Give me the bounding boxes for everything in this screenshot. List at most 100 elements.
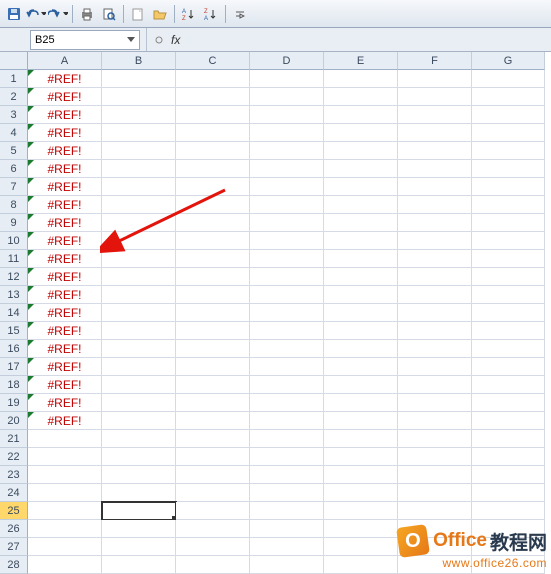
cell-G23[interactable]: [472, 466, 545, 484]
cell-B26[interactable]: [102, 520, 176, 538]
cell-G13[interactable]: [472, 286, 545, 304]
cell-G17[interactable]: [472, 358, 545, 376]
cell-B24[interactable]: [102, 484, 176, 502]
cell-A28[interactable]: [28, 556, 102, 574]
row-header-7[interactable]: 7: [0, 178, 28, 196]
cell-D23[interactable]: [250, 466, 324, 484]
cell-E24[interactable]: [324, 484, 398, 502]
cell-C1[interactable]: [176, 70, 250, 88]
cell-C11[interactable]: [176, 250, 250, 268]
name-box-dropdown-icon[interactable]: [127, 37, 135, 43]
cell-F7[interactable]: [398, 178, 472, 196]
row-header-10[interactable]: 10: [0, 232, 28, 250]
row-header-8[interactable]: 8: [0, 196, 28, 214]
cell-D21[interactable]: [250, 430, 324, 448]
cell-B1[interactable]: [102, 70, 176, 88]
formula-input[interactable]: [188, 31, 551, 49]
cell-A10[interactable]: #REF!: [28, 232, 102, 250]
row-header-16[interactable]: 16: [0, 340, 28, 358]
undo-button[interactable]: [26, 4, 46, 24]
cell-G8[interactable]: [472, 196, 545, 214]
col-header-E[interactable]: E: [324, 52, 398, 70]
row-header-1[interactable]: 1: [0, 70, 28, 88]
cell-A18[interactable]: #REF!: [28, 376, 102, 394]
cell-A12[interactable]: #REF!: [28, 268, 102, 286]
cell-C20[interactable]: [176, 412, 250, 430]
cell-B22[interactable]: [102, 448, 176, 466]
cell-B18[interactable]: [102, 376, 176, 394]
cell-C13[interactable]: [176, 286, 250, 304]
cell-E10[interactable]: [324, 232, 398, 250]
row-header-21[interactable]: 21: [0, 430, 28, 448]
cell-G12[interactable]: [472, 268, 545, 286]
cell-D10[interactable]: [250, 232, 324, 250]
redo-button[interactable]: [48, 4, 68, 24]
cell-A2[interactable]: #REF!: [28, 88, 102, 106]
row-header-23[interactable]: 23: [0, 466, 28, 484]
cell-A19[interactable]: #REF!: [28, 394, 102, 412]
cell-G25[interactable]: [472, 502, 545, 520]
cell-F21[interactable]: [398, 430, 472, 448]
cell-F20[interactable]: [398, 412, 472, 430]
print-button[interactable]: [77, 4, 97, 24]
name-box[interactable]: B25: [30, 30, 140, 50]
cell-A20[interactable]: #REF!: [28, 412, 102, 430]
cell-A11[interactable]: #REF!: [28, 250, 102, 268]
cell-A15[interactable]: #REF!: [28, 322, 102, 340]
col-header-F[interactable]: F: [398, 52, 472, 70]
cell-E9[interactable]: [324, 214, 398, 232]
cell-B11[interactable]: [102, 250, 176, 268]
cell-B19[interactable]: [102, 394, 176, 412]
cell-C3[interactable]: [176, 106, 250, 124]
cell-C18[interactable]: [176, 376, 250, 394]
cell-E2[interactable]: [324, 88, 398, 106]
cell-C21[interactable]: [176, 430, 250, 448]
cell-C15[interactable]: [176, 322, 250, 340]
col-header-A[interactable]: A: [28, 52, 102, 70]
cell-A24[interactable]: [28, 484, 102, 502]
cell-A25[interactable]: [28, 502, 102, 520]
row-header-2[interactable]: 2: [0, 88, 28, 106]
cell-F18[interactable]: [398, 376, 472, 394]
cell-D19[interactable]: [250, 394, 324, 412]
row-header-27[interactable]: 27: [0, 538, 28, 556]
fx-label[interactable]: fx: [171, 33, 180, 47]
cell-B8[interactable]: [102, 196, 176, 214]
cell-D14[interactable]: [250, 304, 324, 322]
cell-E20[interactable]: [324, 412, 398, 430]
cell-D22[interactable]: [250, 448, 324, 466]
cell-G16[interactable]: [472, 340, 545, 358]
row-header-26[interactable]: 26: [0, 520, 28, 538]
cell-F11[interactable]: [398, 250, 472, 268]
cell-B16[interactable]: [102, 340, 176, 358]
cell-F16[interactable]: [398, 340, 472, 358]
cell-D13[interactable]: [250, 286, 324, 304]
cell-F13[interactable]: [398, 286, 472, 304]
cell-C27[interactable]: [176, 538, 250, 556]
cell-B10[interactable]: [102, 232, 176, 250]
cell-A5[interactable]: #REF!: [28, 142, 102, 160]
cell-G6[interactable]: [472, 160, 545, 178]
cell-D7[interactable]: [250, 178, 324, 196]
cell-A13[interactable]: #REF!: [28, 286, 102, 304]
cell-C14[interactable]: [176, 304, 250, 322]
cell-E14[interactable]: [324, 304, 398, 322]
row-header-11[interactable]: 11: [0, 250, 28, 268]
cell-D17[interactable]: [250, 358, 324, 376]
cell-D25[interactable]: [250, 502, 324, 520]
new-button[interactable]: [128, 4, 148, 24]
cell-A22[interactable]: [28, 448, 102, 466]
cell-E18[interactable]: [324, 376, 398, 394]
cell-B28[interactable]: [102, 556, 176, 574]
cell-F25[interactable]: [398, 502, 472, 520]
cell-D16[interactable]: [250, 340, 324, 358]
cell-B4[interactable]: [102, 124, 176, 142]
cell-B2[interactable]: [102, 88, 176, 106]
cell-F9[interactable]: [398, 214, 472, 232]
select-all-corner[interactable]: [0, 52, 28, 70]
cell-B17[interactable]: [102, 358, 176, 376]
cell-E23[interactable]: [324, 466, 398, 484]
cell-F15[interactable]: [398, 322, 472, 340]
cell-C10[interactable]: [176, 232, 250, 250]
cell-C6[interactable]: [176, 160, 250, 178]
